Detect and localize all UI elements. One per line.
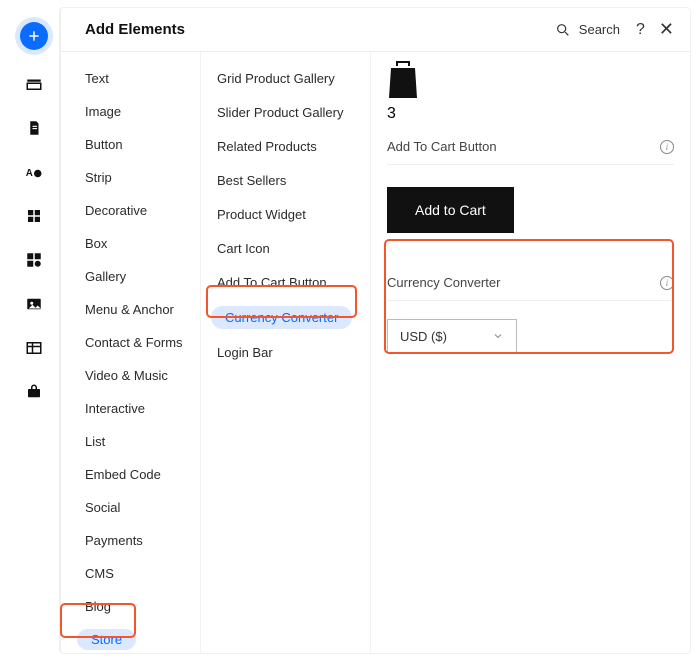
element-item[interactable]: Add To Cart Button [201, 272, 370, 293]
info-icon[interactable]: i [660, 140, 674, 154]
currency-dropdown[interactable]: USD ($) [387, 319, 517, 353]
currency-value: USD ($) [400, 329, 492, 344]
page-icon[interactable] [24, 118, 44, 138]
svg-text:A: A [26, 168, 33, 179]
category-item[interactable]: Contact & Forms [61, 332, 200, 353]
category-item[interactable]: List [61, 431, 200, 452]
currency-converter-preview: Currency Converter i USD ($) [387, 265, 674, 373]
element-item[interactable]: Grid Product Gallery [201, 68, 370, 89]
chevron-down-icon [492, 330, 504, 342]
store-icon[interactable] [24, 382, 44, 402]
table-icon[interactable] [24, 338, 44, 358]
bag-count: 3 [387, 105, 396, 123]
category-item[interactable]: Button [61, 134, 200, 155]
preview-pane: 3 Add To Cart Button i Add to Cart Curre… [371, 52, 690, 653]
info-icon[interactable]: i [660, 276, 674, 290]
panel-title: Add Elements [85, 21, 185, 38]
element-item[interactable]: Cart Icon [201, 238, 370, 259]
category-item[interactable]: Social [61, 497, 200, 518]
category-item[interactable]: Payments [61, 530, 200, 551]
add-to-cart-section-header: Add To Cart Button i [387, 139, 674, 165]
media-icon[interactable] [24, 294, 44, 314]
panel-header: Add Elements Search ? ✕ [61, 8, 690, 52]
apps-icon[interactable] [24, 206, 44, 226]
currency-converter-header: Currency Converter i [387, 275, 674, 301]
category-item[interactable]: Decorative [61, 200, 200, 221]
category-item[interactable]: Menu & Anchor [61, 299, 200, 320]
theme-icon[interactable]: A [24, 162, 44, 182]
addons-icon[interactable] [24, 250, 44, 270]
currency-converter-label: Currency Converter [387, 275, 660, 290]
element-item[interactable]: Related Products [201, 136, 370, 157]
element-item[interactable]: Login Bar [201, 342, 370, 363]
element-item[interactable]: Product Widget [201, 204, 370, 225]
add-button[interactable] [20, 22, 48, 50]
category-item[interactable]: Embed Code [61, 464, 200, 485]
category-item[interactable]: Gallery [61, 266, 200, 287]
category-item[interactable]: Text [61, 68, 200, 89]
add-to-cart-button[interactable]: Add to Cart [387, 187, 514, 233]
close-button[interactable]: ✕ [659, 19, 674, 40]
category-item[interactable]: Video & Music [61, 365, 200, 386]
left-rail: A [8, 8, 60, 653]
element-item[interactable]: Currency Converter [211, 306, 352, 329]
element-item[interactable]: Best Sellers [201, 170, 370, 191]
category-item[interactable]: Image [61, 101, 200, 122]
element-item[interactable]: Slider Product Gallery [201, 102, 370, 123]
element-list: Grid Product Gallery Slider Product Galle… [201, 52, 371, 653]
search-icon [555, 22, 571, 38]
bag-icon [387, 60, 419, 105]
category-item[interactable]: Blog [61, 596, 200, 617]
category-item[interactable]: Strip [61, 167, 200, 188]
help-button[interactable]: ? [636, 21, 645, 39]
category-item[interactable]: Interactive [61, 398, 200, 419]
add-to-cart-label: Add To Cart Button [387, 139, 660, 154]
category-item[interactable]: Box [61, 233, 200, 254]
cart-icon-preview: 3 [387, 60, 674, 123]
search-label: Search [579, 22, 620, 37]
category-list: Text Image Button Strip Decorative Box Gallery… [61, 52, 201, 653]
category-item[interactable]: CMS [61, 563, 200, 584]
search-button[interactable]: Search [555, 22, 620, 38]
category-item[interactable]: Store [77, 629, 136, 650]
panel-icon[interactable] [24, 74, 44, 94]
